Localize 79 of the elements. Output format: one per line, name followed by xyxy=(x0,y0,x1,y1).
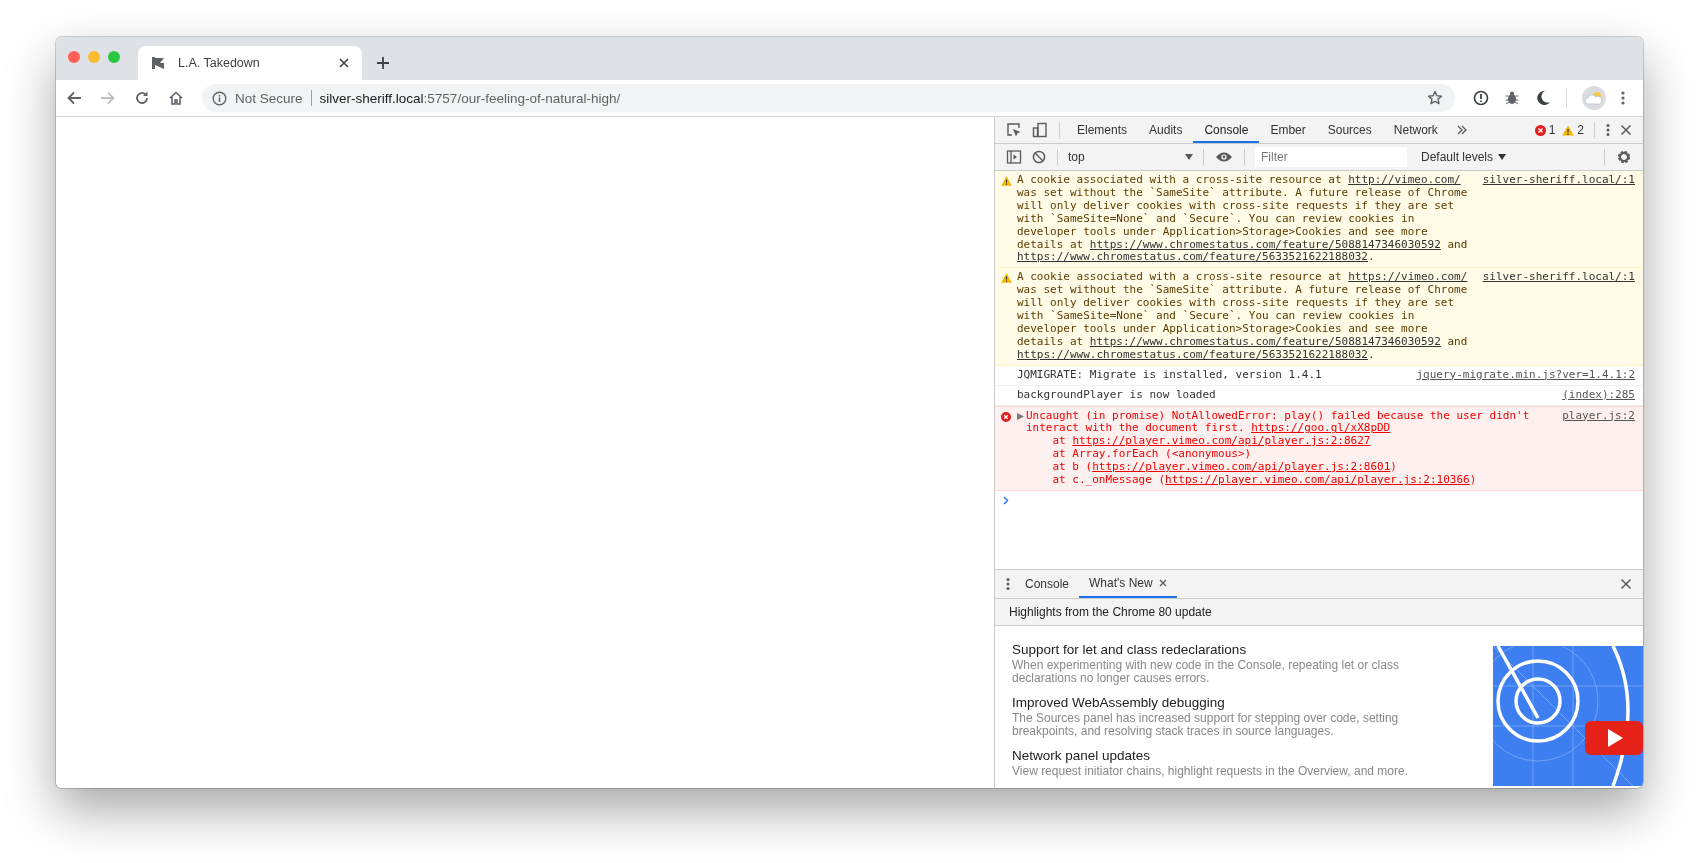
article-title[interactable]: Improved WebAssembly debugging xyxy=(1012,694,1442,711)
devtools-tab[interactable]: Elements xyxy=(1066,117,1139,143)
devtools-tab[interactable]: Audits xyxy=(1138,117,1194,143)
message-text: A cookie associated with a cross-site resource at http://vimeo.com/ was set without the `SameSite` attribute. A future release of Chrome will only deliver cookies with cross-site requests if they are set with `SameSite=None` and `Secure`. You can review cookies in developer tools under Application>Storage>Cookies and see more details at https://www.chromestatus.com/feature/5088147346030592 and https://www.chromestatus.com/feature/5633521622188032. xyxy=(1017,174,1469,265)
inspect-icon[interactable] xyxy=(1006,122,1022,138)
star-icon[interactable] xyxy=(1427,90,1443,106)
address-bar[interactable]: Not Secure silver-sheriff.local:5757/our-feeling-of-natural-high/ xyxy=(202,84,1455,112)
close-icon[interactable] xyxy=(1620,578,1632,590)
flag-icon xyxy=(150,55,166,71)
levels-dropdown[interactable]: Default levels xyxy=(1421,150,1507,164)
devtools-tab[interactable]: Network xyxy=(1382,117,1449,143)
issue-counter[interactable]: 1 2 xyxy=(1534,123,1588,137)
more-icon[interactable] xyxy=(1006,577,1010,591)
filter-field[interactable]: Filter xyxy=(1255,147,1407,167)
warning-icon xyxy=(1001,273,1012,284)
article-description: View request initiator chains, highlight requests in the Overview, and more. xyxy=(1012,765,1409,778)
drawer-tab[interactable]: Console xyxy=(1015,570,1080,598)
more-icon[interactable] xyxy=(1606,123,1610,137)
error-count: 1 xyxy=(1548,123,1556,137)
home-icon[interactable] xyxy=(168,90,184,106)
moon-icon[interactable] xyxy=(1535,90,1551,106)
message-link[interactable]: https://www.chromestatus.com/feature/5088147346030592 xyxy=(1089,334,1441,348)
error-icon xyxy=(1001,411,1011,422)
back-icon[interactable] xyxy=(66,90,82,106)
message-link[interactable]: https://player.vimeo.com/api/player.js:2:8627 xyxy=(1072,434,1371,448)
source-link[interactable]: silver-sheriff.local/:1 xyxy=(1482,271,1635,285)
source-link[interactable]: silver-sheriff.local/:1 xyxy=(1482,174,1635,187)
article-title[interactable]: Support for let and class redeclarations xyxy=(1012,641,1442,658)
exclamation-circle-icon[interactable] xyxy=(1473,90,1489,106)
message-link[interactable]: https://vimeo.com/ xyxy=(1348,270,1468,284)
dropdown-icon xyxy=(1498,154,1507,160)
device-toolbar-icon[interactable] xyxy=(1032,122,1048,138)
message-text: A cookie associated with a cross-site resource at https://vimeo.com/ was set without the `SameSite` attribute. A future release of Chrome will only deliver cookies with cross-site requests if they are set with `SameSite=None` and `Secure`. You can review cookies in developer tools under Application>Storage>Cookies and see more details at https://www.chromestatus.com/feature/5088147346030592 and https://www.chromestatus.com/feature/5633521622188032. xyxy=(1017,271,1469,362)
message-link[interactable]: http://vimeo.com/ xyxy=(1348,173,1461,186)
more-tabs-icon[interactable] xyxy=(1456,125,1467,135)
highlights-banner: Highlights from the Chrome 80 update xyxy=(995,599,1643,626)
message-text: Uncaught (in promise) NotAllowedError: play() failed because the user didn't interact with the document first. https://goo.gl/xX8pDD at https://player.vimeo.com/api/player.js:2:8627 at Array.forEach (<anonymous>) at b (https://player.vimeo.com/api/player.js:2:8601) at c._onMessage (https://player.vimeo.com/api/player.js:2:10366) xyxy=(1026,409,1531,487)
settings-icon[interactable] xyxy=(1616,149,1632,165)
message-text: JQMIGRATE: Migrate is installed, version 1.4.1 xyxy=(1017,368,1323,382)
context-select[interactable]: top xyxy=(1064,150,1197,164)
more-icon[interactable] xyxy=(1621,90,1625,106)
cloud-sun-icon xyxy=(1584,91,1604,105)
close-icon[interactable] xyxy=(1158,579,1167,587)
article-description: The Sources panel has increased support for stepping over code, setting breakpoints, and resolving stack traces in source languages. xyxy=(1012,712,1400,738)
expand-triangle-icon[interactable] xyxy=(1017,412,1024,420)
message-link[interactable]: https://goo.gl/xX8pDD xyxy=(1251,421,1391,435)
message-link[interactable]: https://player.vimeo.com/api/player.js:2:10366 xyxy=(1165,473,1470,487)
error-icon xyxy=(1534,124,1546,136)
bug-icon[interactable] xyxy=(1504,90,1520,106)
warning-icon xyxy=(1001,176,1012,186)
source-link[interactable]: player.js:2 xyxy=(1562,409,1635,423)
prompt-chevron-icon[interactable] xyxy=(1003,495,1009,505)
reload-icon[interactable] xyxy=(134,90,150,106)
message-link[interactable]: https://www.chromestatus.com/feature/5633521622188032 xyxy=(1017,347,1368,361)
devtools-tab[interactable]: Sources xyxy=(1316,117,1383,143)
message-link[interactable]: https://www.chromestatus.com/feature/5633521622188032 xyxy=(1017,250,1368,264)
devtools-tab[interactable]: Ember xyxy=(1259,117,1317,143)
close-icon[interactable] xyxy=(338,57,350,69)
new-tab-icon[interactable] xyxy=(376,55,390,70)
warning-count: 2 xyxy=(1577,123,1584,137)
message-link[interactable]: https://player.vimeo.com/api/player.js:2:8601 xyxy=(1092,460,1391,474)
security-label: Not Secure xyxy=(235,90,303,106)
close-icon[interactable] xyxy=(1620,124,1632,136)
browser-tab[interactable]: L.A. Takedown xyxy=(138,46,362,80)
message-link[interactable]: https://www.chromestatus.com/feature/5088147346030592 xyxy=(1089,237,1441,251)
video-thumbnail[interactable] xyxy=(1493,646,1643,786)
sidebar-toggle-icon[interactable] xyxy=(1006,149,1022,165)
url-text: silver-sheriff.local:5757/our-feeling-of-natural-high/ xyxy=(319,90,622,106)
article-title[interactable]: Network panel updates xyxy=(1012,747,1442,764)
message-text: backgroundPlayer is now loaded xyxy=(1017,388,1217,402)
info-icon[interactable] xyxy=(212,90,227,106)
source-link[interactable]: jquery-migrate.min.js?ver=1.4.1:2 xyxy=(1416,368,1635,382)
warning-icon xyxy=(1562,124,1575,136)
dropdown-icon xyxy=(1185,154,1193,160)
article-description: When experimenting with new code in the Console, repeating let or class declarations no longer causes errors. xyxy=(1012,659,1400,685)
tab-title: L.A. Takedown xyxy=(178,56,261,70)
clear-icon[interactable] xyxy=(1032,150,1046,164)
source-link[interactable]: (index):285 xyxy=(1562,388,1635,402)
eye-icon[interactable] xyxy=(1215,151,1233,163)
